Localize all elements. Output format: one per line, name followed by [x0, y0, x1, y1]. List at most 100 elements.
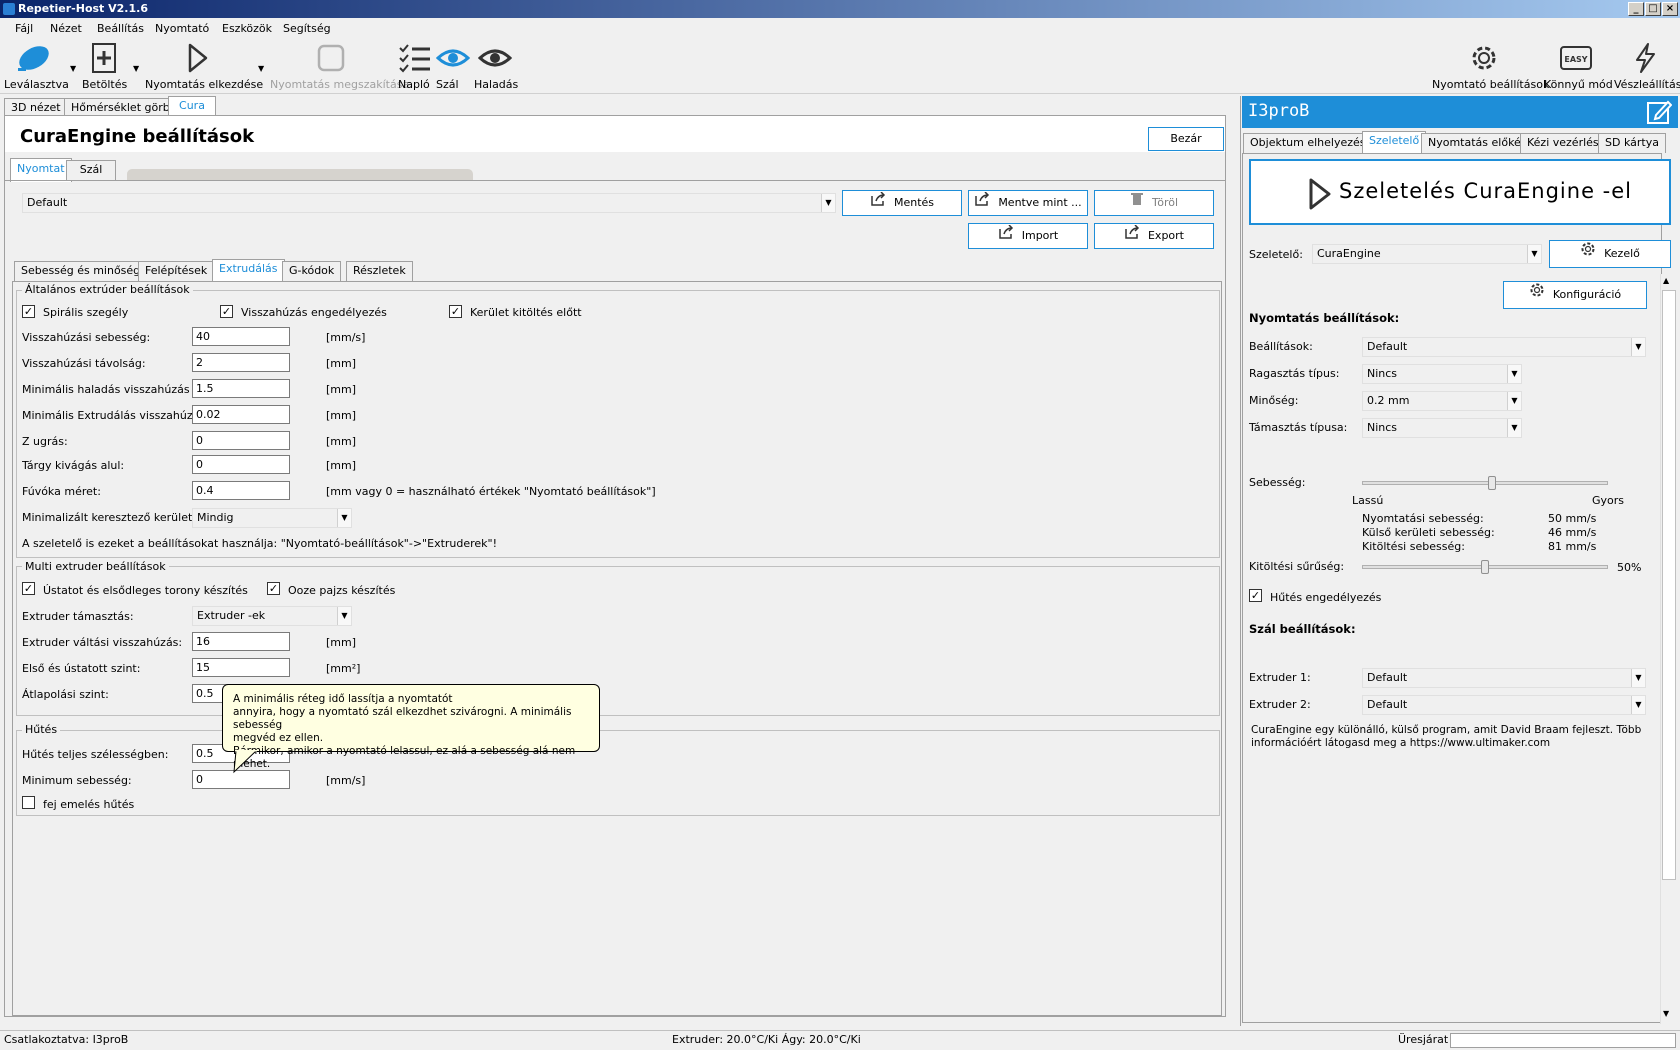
- play-icon: [188, 43, 208, 73]
- field-label: Beállítások:: [1249, 340, 1313, 353]
- tab-object-placement[interactable]: Objektum elhelyezése: [1243, 133, 1380, 153]
- field-label: Minimum sebesség:: [22, 774, 132, 787]
- app-icon: [3, 3, 15, 15]
- save-as-button[interactable]: Mentve mint ...: [968, 190, 1088, 216]
- menu-settings[interactable]: Beállítás: [97, 22, 144, 35]
- stop-print-button[interactable]: Nyomtatás megszakítása: [270, 42, 409, 91]
- speed-slider[interactable]: [1362, 481, 1608, 485]
- support-select[interactable]: Nincs ▼: [1362, 418, 1522, 438]
- object-sink-input[interactable]: 0: [192, 455, 290, 474]
- chevron-down-icon: ▼: [1507, 392, 1521, 410]
- start-print-dropdown-icon[interactable]: ▼: [258, 64, 264, 73]
- load-dropdown-icon[interactable]: ▼: [133, 64, 139, 73]
- emergency-stop-button[interactable]: Vészleállítás: [1614, 42, 1680, 91]
- load-button[interactable]: Betöltés: [82, 42, 127, 91]
- unit-label: [mm/s]: [326, 331, 366, 344]
- profile-select[interactable]: Default ▼: [22, 193, 836, 213]
- tab-sd-card[interactable]: SD kártya: [1598, 133, 1666, 153]
- easy-mode-icon: EASY: [1560, 46, 1592, 70]
- slicer-select[interactable]: CuraEngine ▼: [1312, 244, 1542, 264]
- head-lift-checkbox[interactable]: [22, 796, 35, 809]
- close-button[interactable]: ×: [1662, 2, 1678, 16]
- svg-text:EASY: EASY: [1564, 55, 1587, 64]
- ooze-shield-checkbox[interactable]: ✓: [267, 582, 280, 595]
- extruder1-select[interactable]: Default ▼: [1362, 668, 1646, 688]
- chevron-down-icon: ▼: [821, 194, 835, 212]
- min-travel-input[interactable]: 1.5: [192, 379, 290, 398]
- switch-retract-input[interactable]: 16: [192, 632, 290, 651]
- tab-slicer[interactable]: Szeletelő: [1362, 131, 1427, 153]
- menu-file[interactable]: Fájl: [15, 22, 33, 35]
- easy-mode-button[interactable]: EASY Könnyű mód: [1544, 42, 1613, 91]
- min-crossing-select[interactable]: Mindig ▼: [192, 508, 352, 528]
- tab-details[interactable]: Részletek: [346, 261, 413, 281]
- menu-printer[interactable]: Nyomtató: [155, 22, 209, 35]
- z-hop-input[interactable]: 0: [192, 431, 290, 450]
- save-button[interactable]: Mentés: [842, 190, 962, 216]
- right-scrollbar[interactable]: ▲ ▼: [1660, 274, 1677, 1024]
- tab-speed-quality[interactable]: Sebesség és minőség: [14, 261, 148, 281]
- filament-button[interactable]: Szál: [436, 42, 470, 91]
- maximize-button[interactable]: □: [1645, 2, 1661, 16]
- menu-view[interactable]: Nézet: [50, 22, 82, 35]
- min-extrusion-input[interactable]: 0.02: [192, 405, 290, 424]
- disconnect-dropdown-icon[interactable]: ▼: [70, 64, 76, 73]
- tab-manual-control[interactable]: Kézi vezérlés: [1520, 133, 1606, 153]
- start-print-button[interactable]: Nyomtatás elkezdése: [145, 42, 263, 91]
- scroll-down-icon[interactable]: ▼: [1663, 1009, 1669, 1018]
- log-button[interactable]: Napló: [398, 42, 432, 91]
- extruder-support-select[interactable]: Extruder -ek ▼: [192, 606, 352, 626]
- slice-button[interactable]: Szeletelés CuraEngine -el: [1249, 159, 1671, 225]
- edit-icon[interactable]: [1646, 99, 1672, 125]
- menu-tools[interactable]: Eszközök: [222, 22, 272, 35]
- extruder2-select[interactable]: Default ▼: [1362, 695, 1646, 715]
- lightning-icon: [1636, 43, 1655, 73]
- retract-distance-input[interactable]: 2: [192, 353, 290, 372]
- tooltip-line: annyira, hogy a nyomtató szál elkezdhet …: [233, 706, 572, 731]
- infill-slider-thumb[interactable]: [1481, 560, 1489, 574]
- toolbar: Leválasztva ▼ Betöltés ▼ Nyomtatás elkez…: [0, 40, 1680, 94]
- gear-icon: [1472, 46, 1496, 70]
- page-title: CuraEngine beállítások: [20, 126, 255, 147]
- tab-structures[interactable]: Felépítések: [138, 261, 215, 281]
- tab-gcodes[interactable]: G-kódok: [282, 261, 342, 281]
- minimize-button[interactable]: _: [1628, 2, 1644, 16]
- retract-speed-input[interactable]: 40: [192, 327, 290, 346]
- close-cura-button[interactable]: Bezár: [1148, 127, 1224, 151]
- export-button[interactable]: Export: [1094, 223, 1214, 249]
- import-icon: [998, 224, 1014, 248]
- printer-settings-button[interactable]: Nyomtató beállítások: [1432, 42, 1549, 91]
- checkbox-label: fej emelés hűtés: [43, 798, 135, 811]
- import-button[interactable]: Import: [968, 223, 1088, 249]
- speed-slider-thumb[interactable]: [1488, 476, 1497, 490]
- spiral-checkbox[interactable]: ✓: [22, 305, 35, 318]
- section-heading: Szál beállítások:: [1249, 622, 1356, 636]
- export-icon: [870, 191, 886, 215]
- wipe-tower-checkbox[interactable]: ✓: [22, 582, 35, 595]
- manage-button[interactable]: Kezelő: [1549, 240, 1671, 268]
- tab-extrusion[interactable]: Extrudálás: [212, 259, 285, 281]
- tooltip-line: megvéd ez ellen.: [233, 732, 324, 744]
- menu-help[interactable]: Segítség: [283, 22, 331, 35]
- retract-checkbox[interactable]: ✓: [220, 305, 233, 318]
- scroll-thumb[interactable]: [1662, 290, 1676, 880]
- tab-print-preview[interactable]: Nyomtatás előkép: [1421, 133, 1535, 153]
- scroll-up-icon[interactable]: ▲: [1663, 276, 1669, 285]
- quality-select[interactable]: 0.2 mm ▼: [1362, 391, 1522, 411]
- wipe-layer-input[interactable]: 15: [192, 658, 290, 677]
- perimeter-first-checkbox[interactable]: ✓: [449, 305, 462, 318]
- tooltip-pointer: [233, 750, 257, 774]
- cooling-checkbox[interactable]: ✓: [1249, 589, 1262, 602]
- connection-status: Csatlakoztatva: I3proB: [4, 1033, 129, 1046]
- configuration-button[interactable]: Konfiguráció: [1503, 281, 1647, 309]
- tab-filament[interactable]: Szál: [66, 160, 116, 180]
- tab-print[interactable]: Nyomtat: [10, 158, 72, 182]
- travel-button[interactable]: Haladás: [474, 42, 518, 91]
- nozzle-size-input[interactable]: 0.4: [192, 481, 290, 500]
- delete-button[interactable]: Töröl: [1094, 190, 1214, 216]
- group-title: Általános extrúder beállítások: [22, 283, 193, 296]
- adhesion-select[interactable]: Nincs ▼: [1362, 364, 1522, 384]
- info-text: CuraEngine egy különálló, külső program,…: [1251, 724, 1642, 736]
- print-profile-select[interactable]: Default ▼: [1362, 337, 1646, 357]
- disconnect-button[interactable]: Leválasztva: [4, 42, 69, 91]
